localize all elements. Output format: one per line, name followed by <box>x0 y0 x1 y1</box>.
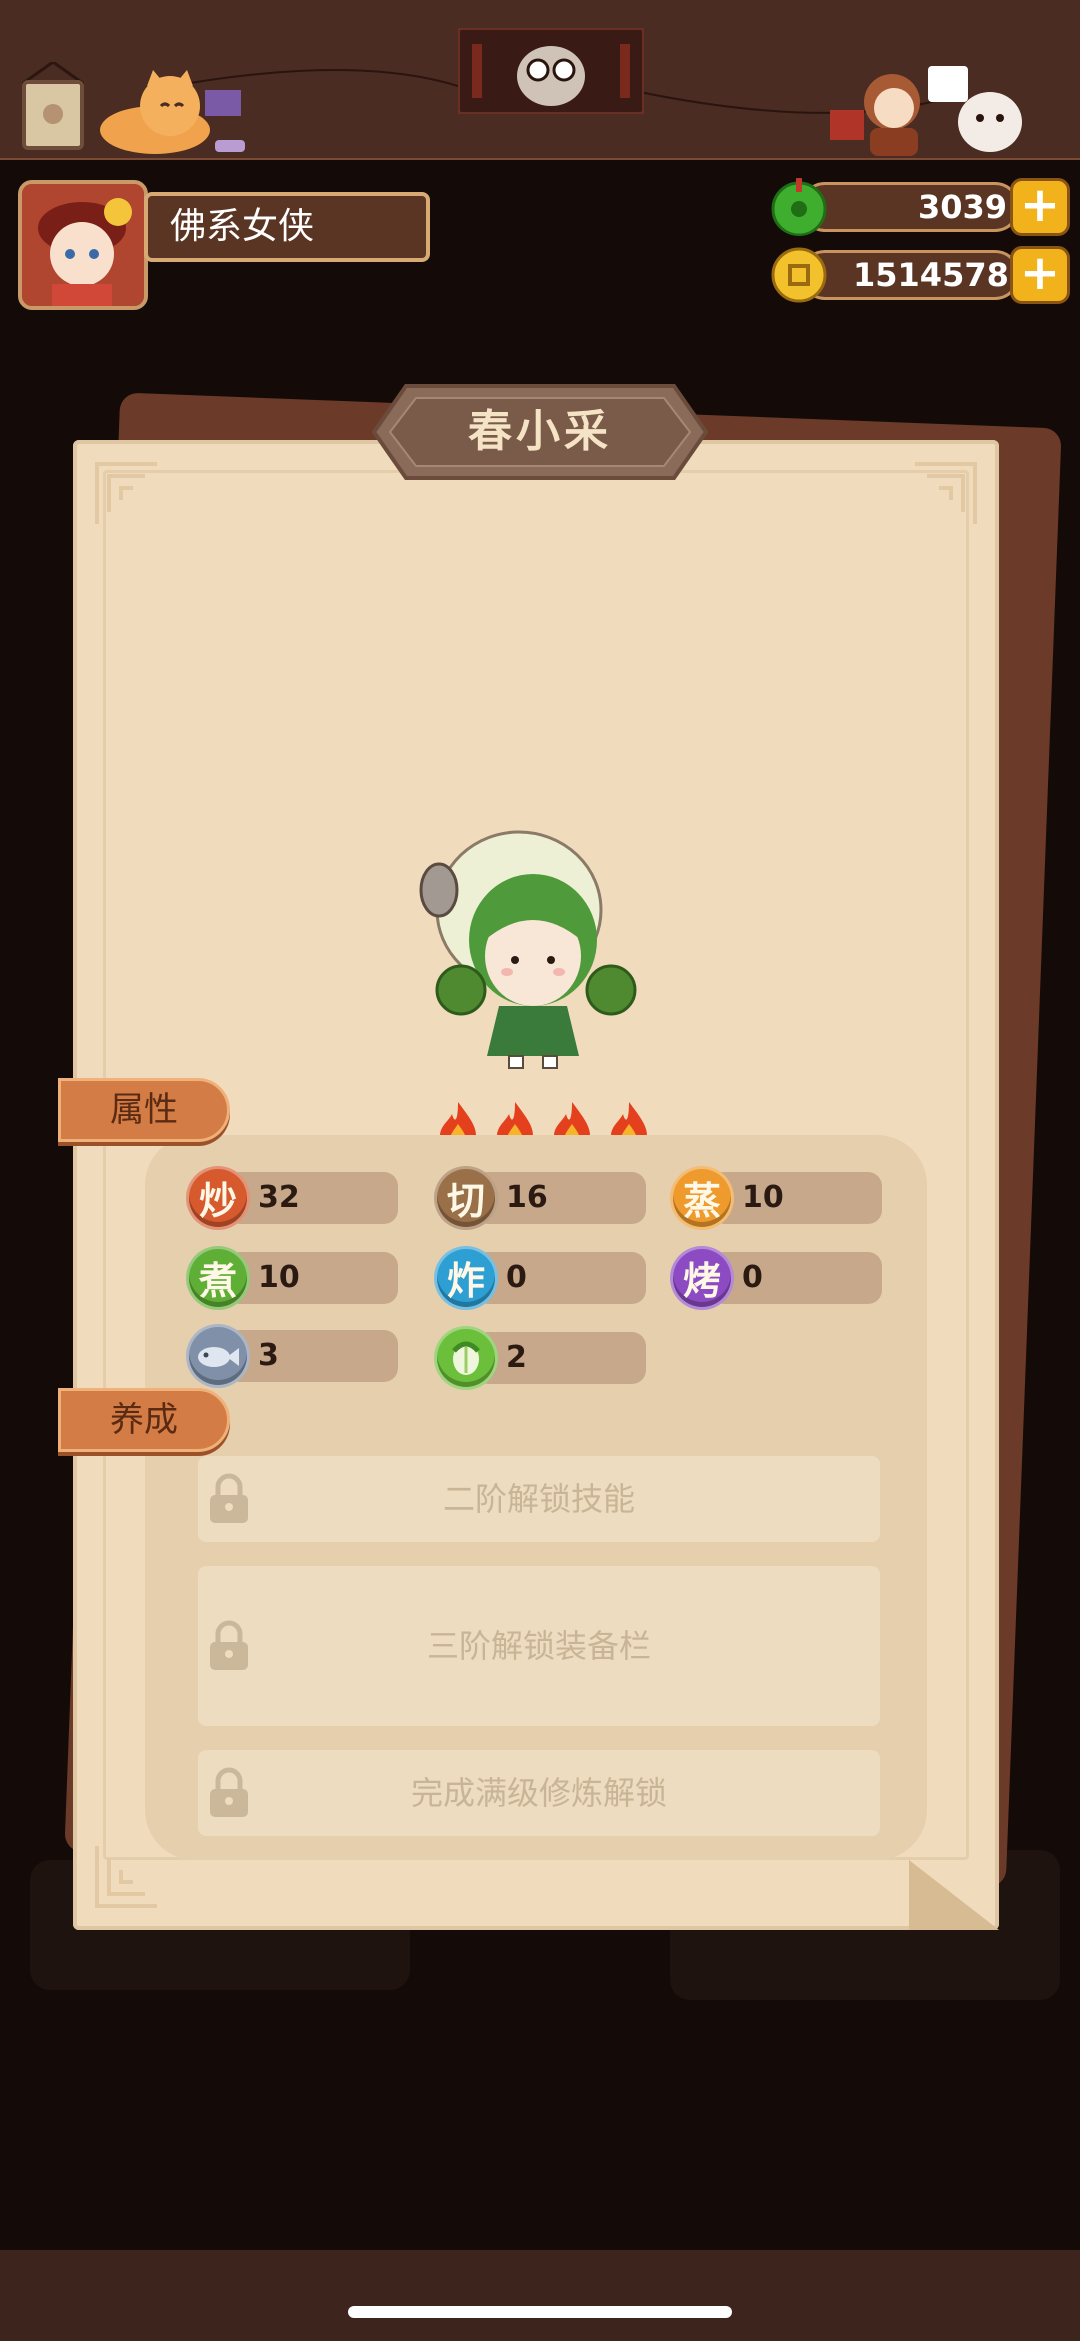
add-coins-button[interactable]: + <box>1010 246 1070 304</box>
locked-equipment-row: 三阶解锁装备栏 <box>198 1566 880 1726</box>
owl-sign-icon <box>458 28 644 114</box>
locked-label: 二阶解锁技能 <box>442 1480 635 1518</box>
picture-frame-icon <box>22 62 84 150</box>
stat-fish: 3 <box>186 1324 398 1388</box>
jade-amount: 3039 <box>917 188 1007 226</box>
coin-bar: 1514578 <box>800 250 1020 300</box>
corner-ornament-icon <box>95 1846 157 1908</box>
bottom-bar <box>0 2250 1080 2341</box>
locked-training-row: 完成满级修炼解锁 <box>198 1750 880 1836</box>
stat-bar <box>226 1330 398 1382</box>
top-decor-bar <box>0 0 1080 162</box>
stat-bar <box>710 1252 882 1304</box>
add-jade-button[interactable]: + <box>1010 178 1070 236</box>
character-name: 春小采 <box>468 406 612 457</box>
character-portrait <box>419 830 637 1069</box>
tab-training: 养成 <box>58 1388 230 1452</box>
stat-stir-fry: 炒 32 <box>186 1166 398 1230</box>
coin-currency: 1514578 + <box>770 246 1070 304</box>
stat-value: 0 <box>506 1260 527 1295</box>
coin-amount: 1514578 <box>853 256 1009 294</box>
stat-value: 16 <box>506 1180 548 1215</box>
locked-label: 完成满级修炼解锁 <box>410 1774 667 1812</box>
stat-roast: 烤 0 <box>670 1246 882 1310</box>
corner-ornament-icon <box>95 462 157 524</box>
avatar-portrait-icon <box>22 184 144 306</box>
stat-value: 3 <box>258 1338 279 1373</box>
tab-attributes: 属性 <box>58 1078 230 1142</box>
stat-bar <box>226 1252 398 1304</box>
vegetable-badge <box>434 1326 498 1390</box>
gold-coin-icon <box>771 247 827 303</box>
jade-currency: 3039 + <box>770 178 1070 236</box>
home-indicator[interactable] <box>348 2306 732 2318</box>
boil-badge: 煮 <box>186 1246 250 1310</box>
stat-bar <box>474 1252 646 1304</box>
page-fold <box>909 1860 999 1930</box>
stat-steam: 蒸 10 <box>670 1166 882 1230</box>
green-jade-icon <box>771 178 827 236</box>
character-name-plaque: 春小采 <box>371 382 709 482</box>
stat-value: 32 <box>258 1180 300 1215</box>
roast-badge: 烤 <box>670 1246 734 1310</box>
player-avatar[interactable] <box>18 180 148 310</box>
stat-value: 2 <box>506 1340 527 1375</box>
stir-fry-badge: 炒 <box>186 1166 250 1230</box>
orange-cat-icon <box>100 70 245 154</box>
stat-value: 10 <box>258 1260 300 1295</box>
stat-boil: 煮 10 <box>186 1246 398 1310</box>
stat-vegetable: 2 <box>434 1326 646 1390</box>
stat-bar <box>710 1172 882 1224</box>
stat-bar <box>474 1172 646 1224</box>
player-name[interactable]: 佛系女侠 <box>144 192 430 262</box>
fish-icon <box>198 1347 239 1367</box>
corner-ornament-icon <box>915 462 977 524</box>
locked-skill-row: 二阶解锁技能 <box>198 1456 880 1542</box>
chef-and-cat-icon <box>830 66 1022 156</box>
jade-bar: 3039 <box>800 182 1020 232</box>
cut-badge: 切 <box>434 1166 498 1230</box>
cabbage-icon <box>452 1341 480 1375</box>
stat-cut: 切 16 <box>434 1166 646 1230</box>
deep-fry-badge: 炸 <box>434 1246 498 1310</box>
stat-value: 10 <box>742 1180 784 1215</box>
stat-bar <box>226 1172 398 1224</box>
locked-label: 三阶解锁装备栏 <box>426 1627 651 1665</box>
stat-bar <box>474 1332 646 1384</box>
stat-value: 0 <box>742 1260 763 1295</box>
stat-deep-fry: 炸 0 <box>434 1246 646 1310</box>
fish-badge <box>186 1324 250 1388</box>
steam-badge: 蒸 <box>670 1166 734 1230</box>
